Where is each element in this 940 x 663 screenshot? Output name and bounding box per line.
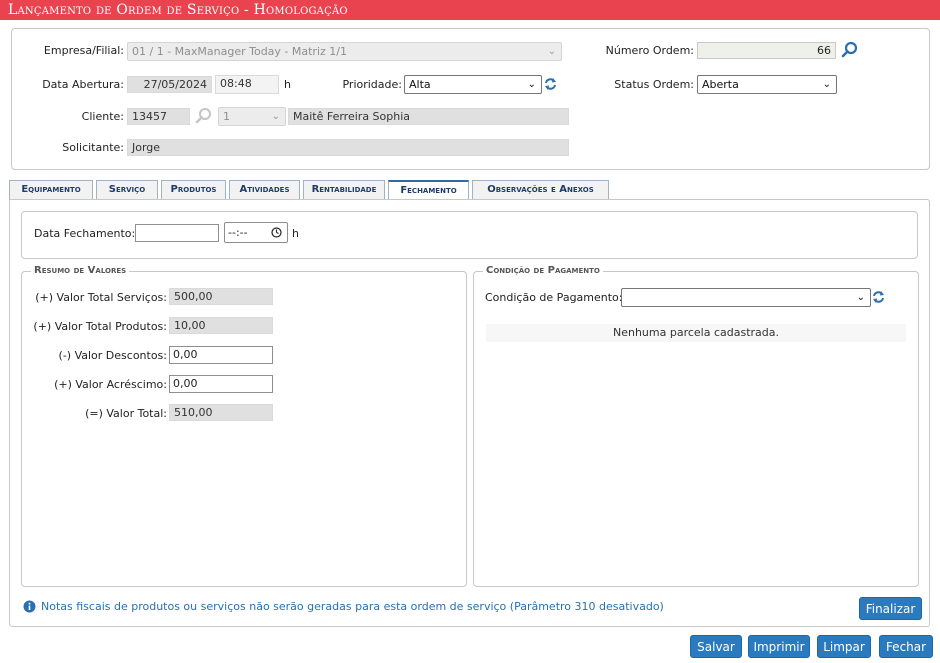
refresh-icon[interactable] bbox=[544, 77, 557, 91]
salvar-button[interactable]: Salvar bbox=[690, 635, 742, 658]
valor-acrescimo-input[interactable]: 0,00 bbox=[169, 375, 273, 393]
empresa-label: Empresa/Filial: bbox=[43, 44, 124, 57]
resumo-valores-title: Resumo de Valores bbox=[31, 265, 130, 277]
tab-observacoes-anexos[interactable]: Observações e Anexos bbox=[472, 180, 609, 199]
status-ordem-value: Aberta bbox=[702, 78, 739, 91]
hora-fechamento-input[interactable]: --:-- bbox=[224, 222, 288, 243]
search-icon[interactable] bbox=[195, 107, 213, 125]
prioridade-select[interactable]: Alta ⌄ bbox=[404, 75, 542, 94]
solicitante-field: Jorge bbox=[127, 139, 569, 156]
hora-fechamento-placeholder: --:-- bbox=[228, 226, 248, 239]
valor-descontos-input[interactable]: 0,00 bbox=[169, 346, 273, 364]
tab-servico[interactable]: Serviço bbox=[96, 180, 158, 199]
numero-ordem-label: Número Ordem: bbox=[605, 44, 694, 57]
tab-rentabilidade[interactable]: Rentabilidade bbox=[303, 180, 385, 199]
hour-suffix: h bbox=[284, 78, 291, 91]
resumo-row-label: (+) Valor Total Produtos: bbox=[33, 320, 167, 333]
numero-ordem-field: 66 bbox=[697, 42, 836, 59]
data-fechamento-label: Data Fechamento: bbox=[34, 227, 136, 240]
refresh-icon[interactable] bbox=[872, 290, 885, 304]
status-ordem-label: Status Ordem: bbox=[614, 78, 694, 91]
cliente-seq-value: 1 bbox=[223, 110, 230, 123]
condicao-pagamento-title: Condição de Pagamento bbox=[483, 265, 603, 277]
chevron-down-icon: ⌄ bbox=[856, 292, 865, 303]
limpar-button[interactable]: Limpar bbox=[817, 635, 871, 658]
resumo-row-label: (+) Valor Total Serviços: bbox=[35, 291, 167, 304]
clock-icon[interactable] bbox=[271, 227, 282, 238]
condicao-pagamento-select[interactable]: ⌄ bbox=[621, 288, 871, 307]
search-icon[interactable] bbox=[841, 41, 859, 59]
fechar-button[interactable]: Fechar bbox=[879, 635, 933, 658]
status-ordem-select[interactable]: Aberta ⌄ bbox=[697, 75, 837, 94]
valor-total: 510,00 bbox=[169, 404, 273, 421]
imprimir-button[interactable]: Imprimir bbox=[748, 635, 810, 658]
data-fechamento-input[interactable] bbox=[135, 224, 219, 242]
prioridade-label: Prioridade: bbox=[342, 78, 402, 91]
data-abertura-date: 27/05/2024 bbox=[127, 76, 212, 93]
empresa-value: 01 / 1 - MaxManager Today - Matriz 1/1 bbox=[132, 45, 347, 58]
data-abertura-label: Data Abertura: bbox=[42, 78, 124, 91]
resumo-row-label: (-) Valor Descontos: bbox=[58, 349, 167, 362]
resumo-row-label: (=) Valor Total: bbox=[85, 407, 167, 420]
chevron-down-icon: ⌄ bbox=[271, 111, 280, 122]
prioridade-value: Alta bbox=[409, 78, 431, 91]
info-note: Notas fiscais de produtos ou serviços nã… bbox=[41, 600, 664, 613]
chevron-down-icon: ⌄ bbox=[822, 79, 831, 90]
resumo-row-label: (+) Valor Acréscimo: bbox=[54, 378, 167, 391]
cliente-seq-select[interactable]: 1 ⌄ bbox=[218, 107, 286, 126]
chevron-down-icon: ⌄ bbox=[527, 79, 536, 90]
hour-suffix: h bbox=[292, 227, 299, 240]
tab-fechamento[interactable]: Fechamento bbox=[388, 180, 469, 200]
data-abertura-time: 08:48 bbox=[215, 75, 279, 94]
parcelas-empty-message: Nenhuma parcela cadastrada. bbox=[486, 324, 906, 342]
finalizar-button[interactable]: Finalizar bbox=[859, 597, 922, 620]
tab-equipamento[interactable]: Equipamento bbox=[9, 180, 93, 199]
tab-atividades[interactable]: Atividades bbox=[229, 180, 300, 199]
valor-total-servicos: 500,00 bbox=[169, 288, 273, 305]
cliente-name: Maitê Ferreira Sophia bbox=[288, 108, 569, 125]
info-icon bbox=[23, 600, 36, 613]
valor-total-produtos: 10,00 bbox=[169, 317, 273, 334]
chevron-down-icon: ⌄ bbox=[547, 46, 556, 57]
tab-produtos[interactable]: Produtos bbox=[161, 180, 226, 199]
cliente-label: Cliente: bbox=[81, 110, 124, 123]
window-title: Lançamento de Ordem de Serviço - Homolog… bbox=[0, 0, 940, 20]
condicao-pagamento-label: Condição de Pagamento: bbox=[485, 291, 623, 304]
empresa-select[interactable]: 01 / 1 - MaxManager Today - Matriz 1/1 ⌄ bbox=[127, 42, 562, 61]
condicao-pagamento-box bbox=[473, 271, 919, 587]
cliente-code: 13457 bbox=[127, 108, 190, 125]
solicitante-label: Solicitante: bbox=[62, 141, 124, 154]
